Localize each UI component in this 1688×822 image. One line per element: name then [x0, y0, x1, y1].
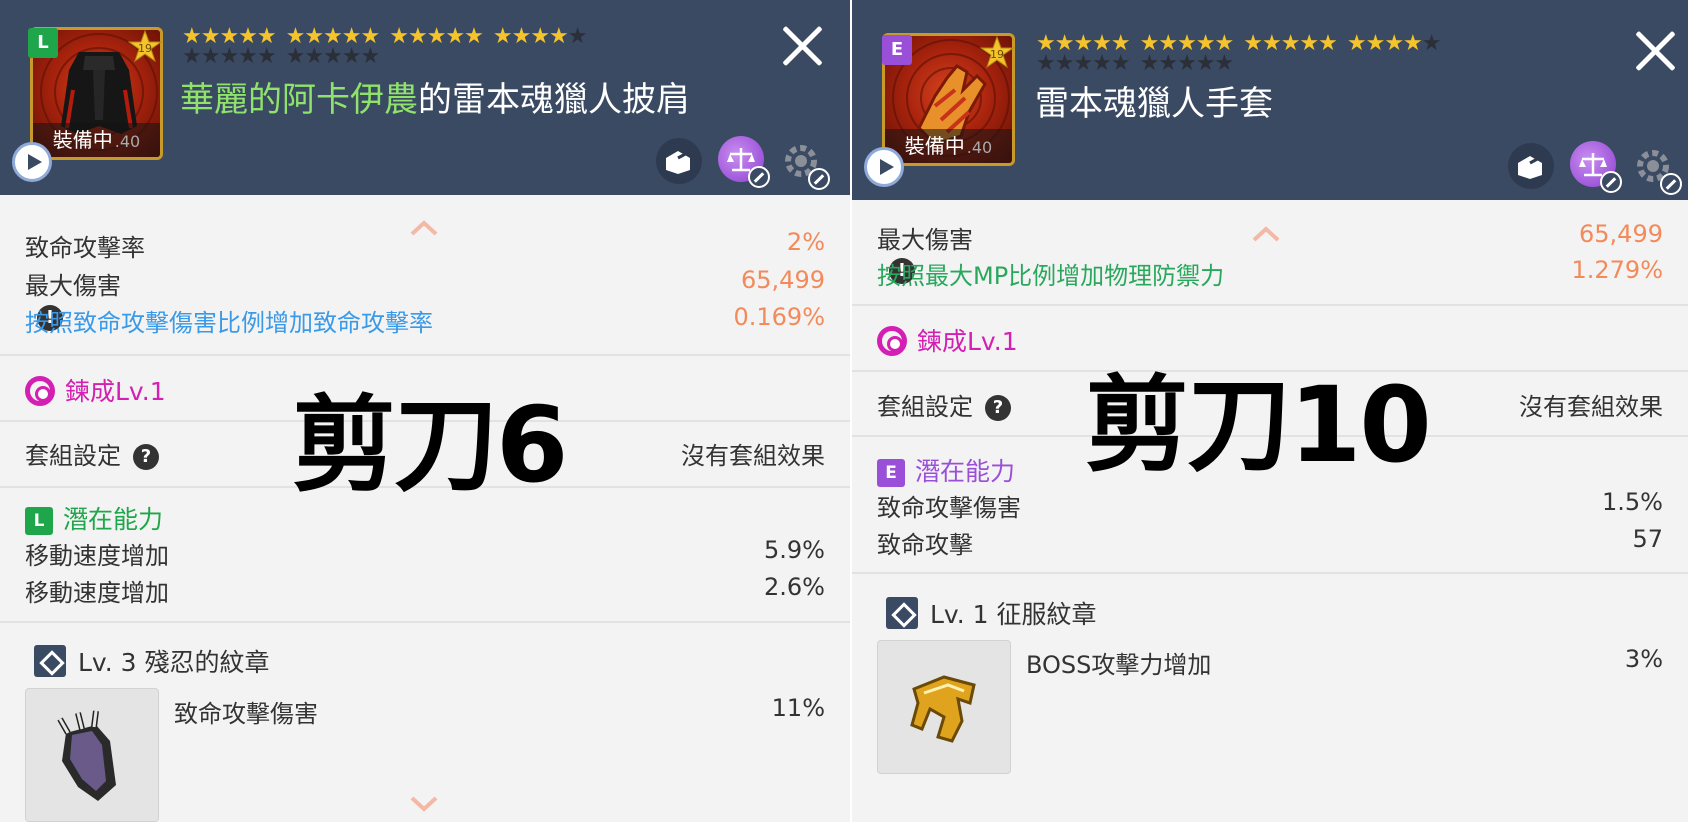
stat-row: 致命攻擊率 2%	[25, 228, 825, 262]
overlay-caption: 剪刀10	[1085, 364, 1432, 486]
refine-section: 鍊成Lv.1	[25, 372, 166, 408]
disabled-badge-icon	[1660, 173, 1682, 195]
potential-section: E 潛在能力	[877, 452, 1015, 488]
stat-row: 按照致命攻擊傷害比例增加致命攻擊率! 0.169%	[25, 303, 825, 337]
item-title-prefix: 華麗的阿卡伊農	[180, 80, 418, 120]
potential-grade-badge: E	[877, 459, 905, 487]
stat-row: 按照最大MP比例增加物理防禦力! 1.279%	[877, 256, 1663, 290]
starforce-stars-empty: ★★★★★ ★★★★★	[182, 44, 380, 69]
divider	[0, 621, 850, 623]
refine-ring-icon	[877, 326, 907, 356]
emblem-title: Lv. 3 殘忍的紋章	[34, 643, 270, 679]
overlay-caption: 剪刀6	[292, 384, 568, 506]
tooltip-header: 裝備中 .40 E 19 ★★★★★ ★★★★★ ★★★★★ ★★★★★ ★★★★★ ★★…	[852, 0, 1688, 200]
play-button[interactable]	[864, 147, 904, 187]
emblem-diamond-icon	[34, 645, 66, 677]
emblem-title: Lv. 1 征服紋章	[886, 595, 1097, 631]
close-button[interactable]	[1631, 27, 1679, 75]
help-icon[interactable]: ?	[985, 395, 1011, 421]
share-icon[interactable]	[1508, 143, 1554, 189]
starforce-stars-empty: ★★★★★ ★★★★★	[1036, 51, 1234, 76]
starforce-level: 19	[990, 48, 1004, 61]
emblem-stat-row: 致命攻擊傷害 11%	[174, 694, 825, 728]
disabled-badge-icon	[1600, 171, 1622, 193]
play-button[interactable]	[12, 142, 52, 182]
scroll-down-icon[interactable]	[410, 796, 438, 812]
stat-row: 最大傷害 65,499	[25, 266, 825, 300]
potential-section: L 潛在能力	[25, 500, 163, 536]
equipped-label: 裝備中 .40	[885, 129, 1012, 163]
potential-row: 致命攻擊 57	[877, 525, 1663, 559]
divider	[852, 572, 1688, 574]
close-button[interactable]	[778, 22, 826, 70]
potential-row: 致命攻擊傷害 1.5%	[877, 488, 1663, 522]
scale-icon[interactable]	[1570, 141, 1622, 193]
item-tooltip-left: 裝備中 .40 L 19 ★★★★★ ★★★★★ ★★★★★ ★★★★★ ★★★★★ ★★…	[0, 0, 850, 822]
grade-badge: E	[882, 35, 912, 65]
clipped-stat-row	[25, 197, 825, 211]
item-title-name: 的雷本魂獵人披肩	[418, 80, 690, 120]
equipped-label: 裝備中 .40	[33, 123, 160, 157]
stat-row: 最大傷害 65,499	[877, 220, 1663, 254]
help-icon[interactable]: ?	[133, 444, 159, 470]
refine-section: 鍊成Lv.1	[877, 322, 1018, 358]
disabled-badge-icon	[748, 166, 770, 188]
potential-row: 移動速度增加 5.9%	[25, 536, 825, 570]
grade-badge: L	[28, 28, 58, 58]
item-title: 華麗的阿卡伊農的雷本魂獵人披肩	[180, 72, 690, 121]
emblem-icon-box	[25, 688, 159, 822]
potential-row: 移動速度增加 2.6%	[25, 573, 825, 607]
claw-emblem-icon	[57, 710, 116, 801]
item-title: 雷本魂獵人手套	[1035, 84, 1273, 124]
starforce-level: 19	[138, 42, 152, 55]
divider	[0, 354, 850, 356]
disabled-badge-icon	[808, 168, 830, 190]
tooltip-header: 裝備中 .40 L 19 ★★★★★ ★★★★★ ★★★★★ ★★★★★ ★★★★★ ★★…	[0, 0, 850, 195]
starforce-level-icon: 19	[979, 35, 1015, 70]
scale-icon[interactable]	[718, 136, 770, 188]
emblem-icon-box	[877, 640, 1011, 774]
gear-icon[interactable]	[1630, 143, 1682, 195]
emblem-diamond-icon	[886, 597, 918, 629]
conquest-emblem-icon	[910, 675, 976, 743]
starforce-level-icon: 19	[127, 29, 163, 64]
gear-icon[interactable]	[778, 138, 830, 190]
share-icon[interactable]	[656, 138, 702, 184]
refine-ring-icon	[25, 376, 55, 406]
item-tooltip-right: 裝備中 .40 E 19 ★★★★★ ★★★★★ ★★★★★ ★★★★★ ★★★★★ ★★…	[850, 0, 1688, 822]
potential-grade-badge: L	[25, 507, 53, 535]
emblem-stat-row: BOSS攻擊力增加 3%	[1026, 645, 1663, 679]
divider	[852, 304, 1688, 306]
